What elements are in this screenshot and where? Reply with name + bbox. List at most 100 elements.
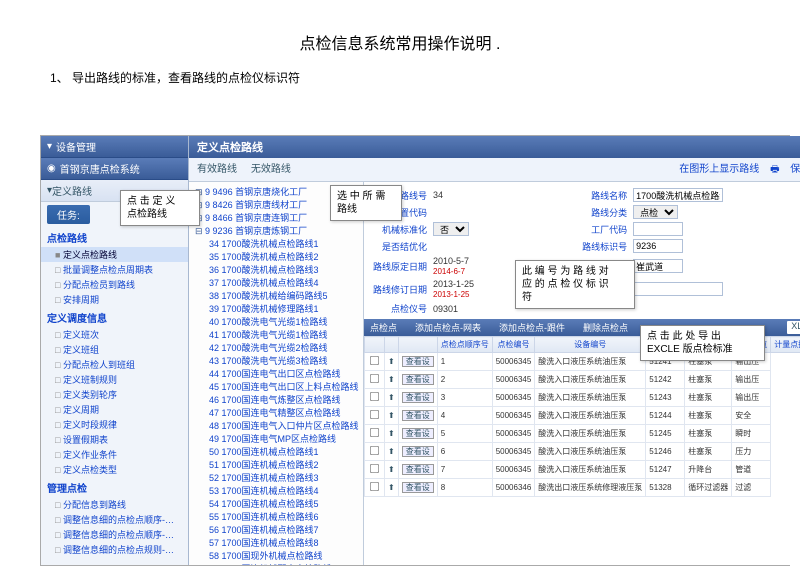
row-checkbox[interactable] bbox=[370, 428, 379, 437]
tree-node-level2[interactable]: 54 1700国连机械点检路线5 bbox=[191, 497, 361, 510]
tree-node-level2[interactable]: 45 1700国连电气出口区上料点检路线 bbox=[191, 380, 361, 393]
tree-node-level2[interactable]: 60 1700国连机械配大点检路线1 bbox=[191, 562, 361, 565]
tree-node-level2[interactable]: 48 1700国连电气入口仲片区点检路线 bbox=[191, 419, 361, 432]
table-header-cell[interactable]: 点检点顺序号 bbox=[437, 337, 492, 353]
row-action-button[interactable]: 查看设 bbox=[398, 389, 437, 407]
move-up-icon[interactable]: ⬆ bbox=[385, 461, 399, 479]
tree-node-level2[interactable]: 36 1700酸洗机械点检路线3 bbox=[191, 263, 361, 276]
row-action-button[interactable]: 查看设 bbox=[398, 443, 437, 461]
tree-node-level2[interactable]: 58 1700国现外机械点检路线 bbox=[191, 549, 361, 562]
input-factory-code[interactable] bbox=[633, 222, 683, 236]
table-row[interactable]: ⬆查看设250006345酸洗入口液压系统油压泵51242柱塞泵输出压 bbox=[365, 371, 800, 389]
tab-invalid-routes[interactable]: 无效路线 bbox=[251, 164, 291, 175]
tree-node-level2[interactable]: 53 1700国连机械点检路线4 bbox=[191, 484, 361, 497]
input-route-name[interactable] bbox=[633, 188, 723, 202]
table-header-cell[interactable] bbox=[398, 337, 437, 353]
xls-export-button[interactable]: XLS bbox=[787, 321, 800, 334]
move-up-icon[interactable]: ⬆ bbox=[385, 425, 399, 443]
tree-node-level2[interactable]: 57 1700国连机械点检路线8 bbox=[191, 536, 361, 549]
tree-node-level2[interactable]: 55 1700国连机械点检路线6 bbox=[191, 510, 361, 523]
move-up-icon[interactable]: ⬆ bbox=[385, 389, 399, 407]
sidebar-item[interactable]: 调整信息细的点检点顺序-树状模式 bbox=[41, 512, 188, 527]
sidebar-item[interactable]: 定义班组 bbox=[41, 342, 188, 357]
select-machinery[interactable]: 否 bbox=[433, 222, 469, 236]
row-action-button[interactable]: 查看设 bbox=[398, 425, 437, 443]
select-route-type[interactable]: 点检 bbox=[633, 205, 678, 219]
tab-add-list[interactable]: 添加点检点-网表 bbox=[415, 321, 481, 334]
row-checkbox[interactable] bbox=[370, 356, 379, 365]
input-note[interactable] bbox=[633, 282, 723, 296]
tree-node-level2[interactable]: 46 1700国连电气炼整区点检路线 bbox=[191, 393, 361, 406]
move-up-icon[interactable]: ⬆ bbox=[385, 353, 399, 371]
tree-node-level2[interactable]: 43 1700酸洗电气光缆3检路线 bbox=[191, 354, 361, 367]
sidebar-item[interactable]: 定义班制规则 bbox=[41, 372, 188, 387]
tab-check-points[interactable]: 点检点 bbox=[370, 321, 397, 334]
row-action-button[interactable]: 查看设 bbox=[398, 407, 437, 425]
row-action-button[interactable]: 查看设 bbox=[398, 353, 437, 371]
sidebar-item[interactable]: 定义类别轮序 bbox=[41, 387, 188, 402]
row-checkbox[interactable] bbox=[370, 392, 379, 401]
row-checkbox[interactable] bbox=[370, 374, 379, 383]
table-header-cell[interactable] bbox=[385, 337, 399, 353]
check-points-table[interactable]: 点检点顺序号点检编号设备编号设备名称点检点编号点检部位计量点描述⬆查看设1500… bbox=[364, 336, 800, 565]
row-action-button[interactable]: 查看设 bbox=[398, 461, 437, 479]
sidebar-item[interactable]: 定义点检路线 bbox=[41, 247, 188, 262]
route-tree[interactable]: ⊟ 9 9496 首钢京唐烧化工厂⊟ 9 8426 首钢京唐线材工厂⊟ 9 84… bbox=[189, 182, 364, 565]
tree-node-level2[interactable]: 51 1700国连机械点检路线2 bbox=[191, 458, 361, 471]
save-icon[interactable]: 保存 bbox=[790, 164, 800, 175]
tree-node-level2[interactable]: 41 1700酸洗电气光缆1检路线 bbox=[191, 328, 361, 341]
sidebar-item[interactable]: 定义作业条件 bbox=[41, 447, 188, 462]
tree-node-level2[interactable]: 35 1700酸洗机械点检路线2 bbox=[191, 250, 361, 263]
sidebar-item[interactable]: 分配点检人到班组 bbox=[41, 357, 188, 372]
row-checkbox[interactable] bbox=[370, 446, 379, 455]
move-up-icon[interactable]: ⬆ bbox=[385, 371, 399, 389]
table-header-cell[interactable]: 点检编号 bbox=[492, 337, 535, 353]
sidebar-item[interactable]: 调整信息细的点检点顺序-路线图形模式 bbox=[41, 527, 188, 542]
table-row[interactable]: ⬆查看设850006346酸洗出口液压系统修理液压泵51328循环过滤器过滤 bbox=[365, 479, 800, 497]
sidebar-item[interactable]: 调整信息细的点检点规则-表格模式 bbox=[41, 542, 188, 557]
move-up-icon[interactable]: ⬆ bbox=[385, 443, 399, 461]
sidebar-item[interactable]: 定义时段规律 bbox=[41, 417, 188, 432]
tree-node-level1[interactable]: ⊟ 9 9236 首钢京唐炼钢工厂 bbox=[191, 224, 361, 237]
table-row[interactable]: ⬆查看设650006345酸洗入口液压系统油压泵51246柱塞泵压力 bbox=[365, 443, 800, 461]
sidebar-item[interactable]: 定义周期 bbox=[41, 402, 188, 417]
tab-valid-routes[interactable]: 有效路线 bbox=[197, 164, 237, 175]
input-route-ident[interactable] bbox=[633, 239, 683, 253]
show-on-graph-link[interactable]: 在图形上显示路线 bbox=[679, 164, 759, 175]
sidebar-item[interactable]: 设置假期表 bbox=[41, 432, 188, 447]
tree-node-level2[interactable]: 40 1700酸洗电气光缆1检路线 bbox=[191, 315, 361, 328]
table-row[interactable]: ⬆查看设350006345酸洗入口液压系统油压泵51243柱塞泵输出压 bbox=[365, 389, 800, 407]
row-checkbox[interactable] bbox=[370, 464, 379, 473]
tab-delete-points[interactable]: 删除点检点 bbox=[583, 321, 628, 334]
row-action-button[interactable]: 查看设 bbox=[398, 479, 437, 497]
tree-node-level2[interactable]: 38 1700酸洗机械给编码路线5 bbox=[191, 289, 361, 302]
tree-node-level2[interactable]: 50 1700国连机械点检路线1 bbox=[191, 445, 361, 458]
tree-node-level2[interactable]: 56 1700国连机械点检路线7 bbox=[191, 523, 361, 536]
table-row[interactable]: ⬆查看设450006345酸洗入口液压系统油压泵51244柱塞泵安全 bbox=[365, 407, 800, 425]
sidebar-item[interactable]: 定义点检类型 bbox=[41, 462, 188, 477]
sidebar-header-top[interactable]: ▾设备管理 bbox=[41, 136, 188, 158]
table-header-cell[interactable]: 计量点描述 bbox=[771, 337, 800, 353]
move-up-icon[interactable]: ⬆ bbox=[385, 479, 399, 497]
table-row[interactable]: ⬆查看设550006345酸洗入口液压系统油压泵51245柱塞泵瞬时 bbox=[365, 425, 800, 443]
move-up-icon[interactable]: ⬆ bbox=[385, 407, 399, 425]
table-header-cell[interactable] bbox=[365, 337, 385, 353]
tab-add-tree[interactable]: 添加点检点-跟件 bbox=[499, 321, 565, 334]
input-modifier[interactable] bbox=[633, 259, 683, 273]
tree-node-level2[interactable]: 52 1700国连机械点检路线3 bbox=[191, 471, 361, 484]
sidebar-item[interactable]: 批量调整点检点周期表 bbox=[41, 262, 188, 277]
tree-node-level2[interactable]: 37 1700酸洗机械点检路线4 bbox=[191, 276, 361, 289]
table-row[interactable]: ⬆查看设750006345酸洗入口液压系统油压泵51247升降台管道 bbox=[365, 461, 800, 479]
sidebar-item[interactable]: 定义班次 bbox=[41, 327, 188, 342]
task-button[interactable]: 任务: bbox=[47, 205, 90, 224]
tree-node-level2[interactable]: 42 1700酸洗电气光缆2检路线 bbox=[191, 341, 361, 354]
sidebar-header-sys[interactable]: ◉首钢京唐点检系统 bbox=[41, 158, 188, 180]
tree-node-level2[interactable]: 39 1700酸洗机械修理路线1 bbox=[191, 302, 361, 315]
sidebar-item[interactable]: 分配信息到路线 bbox=[41, 497, 188, 512]
sidebar-item[interactable]: 安排周期 bbox=[41, 292, 188, 307]
sidebar-item[interactable]: 分配点检员到路线 bbox=[41, 277, 188, 292]
tree-node-level2[interactable]: 49 1700国连电气MP区点检路线 bbox=[191, 432, 361, 445]
tree-node-level2[interactable]: 47 1700国连电气精整区点检路线 bbox=[191, 406, 361, 419]
tree-node-level2[interactable]: 34 1700酸洗机械点检路线1 bbox=[191, 237, 361, 250]
row-checkbox[interactable] bbox=[370, 482, 379, 491]
